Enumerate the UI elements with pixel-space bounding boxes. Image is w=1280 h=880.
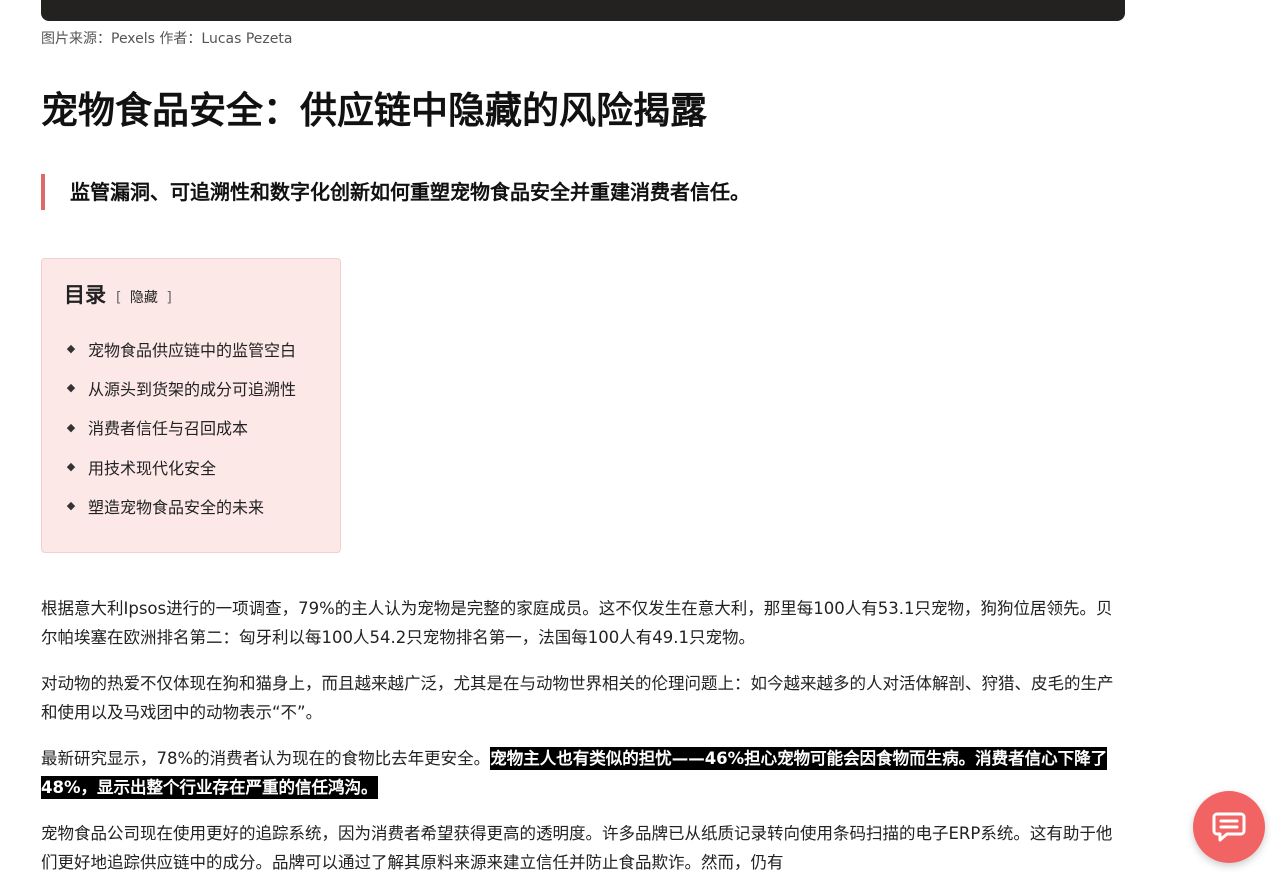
paragraph-3-text: 最新研究显示，78%的消费者认为现在的食物比去年更安全。 [41,749,491,768]
hero-image [41,0,1125,21]
toc-toggle: [ 隐藏 ] [116,287,172,307]
diamond-bullet-icon: ◆ [66,420,76,434]
toc-item-label: 塑造宠物食品安全的未来 [88,497,265,517]
image-caption: 图片来源：Pexels 作者：Lucas Pezeta [41,31,293,47]
chat-bubble-icon [1212,812,1246,842]
article-subtitle: 监管漏洞、可追溯性和数字化创新如何重塑宠物食品安全并重建消费者信任。 [41,174,750,210]
diamond-bullet-icon: ◆ [66,381,76,395]
toc-toggle-bracket-close: ] [166,290,172,306]
article-title: 宠物食品安全：供应链中隐藏的风险揭露 [41,89,707,132]
toc-item-traceability[interactable]: ◆ 从源头到货架的成分可追溯性 [64,368,318,407]
diamond-bullet-icon: ◆ [66,499,76,513]
toc-item-label: 宠物食品供应链中的监管空白 [88,340,297,360]
paragraph-4: 宠物食品公司现在使用更好的追踪系统，因为消费者希望获得更高的透明度。许多品牌已从… [41,824,1113,872]
toc-item-label: 消费者信任与召回成本 [88,419,249,439]
toc-title: 目录 [64,283,106,307]
toc-item-consumer-trust[interactable]: ◆ 消费者信任与召回成本 [64,408,318,447]
toc-header: 目录 [ 隐藏 ] [64,279,318,311]
diamond-bullet-icon: ◆ [66,460,76,474]
toc-hide-link[interactable]: 隐藏 [126,290,162,306]
chat-button[interactable] [1193,791,1265,863]
toc-toggle-bracket-open: [ [116,290,122,306]
toc-list: ◆ 宠物食品供应链中的监管空白 ◆ 从源头到货架的成分可追溯性 ◆ 消费者信任与… [64,329,318,525]
toc-item-regulatory-gaps[interactable]: ◆ 宠物食品供应链中的监管空白 [64,329,318,368]
toc-item-technology[interactable]: ◆ 用技术现代化安全 [64,447,318,486]
toc-item-label: 从源头到货架的成分可追溯性 [88,379,297,399]
table-of-contents: 目录 [ 隐藏 ] ◆ 宠物食品供应链中的监管空白 ◆ 从源头到货架的成分可追溯… [41,258,341,553]
paragraph-2: 对动物的热爱不仅体现在狗和猫身上，而且越来越广泛，尤其是在与动物世界相关的伦理问… [41,674,1114,722]
paragraph-1: 根据意大利Ipsos进行的一项调查，79%的主人认为宠物是完整的家庭成员。这不仅… [41,599,1113,647]
toc-item-future[interactable]: ◆ 塑造宠物食品安全的未来 [64,486,318,525]
diamond-bullet-icon: ◆ [66,342,76,356]
paragraph-3: 最新研究显示，78%的消费者认为现在的食物比去年更安全。宠物主人也有类似的担忧—… [41,744,1125,802]
toc-item-label: 用技术现代化安全 [88,458,217,478]
